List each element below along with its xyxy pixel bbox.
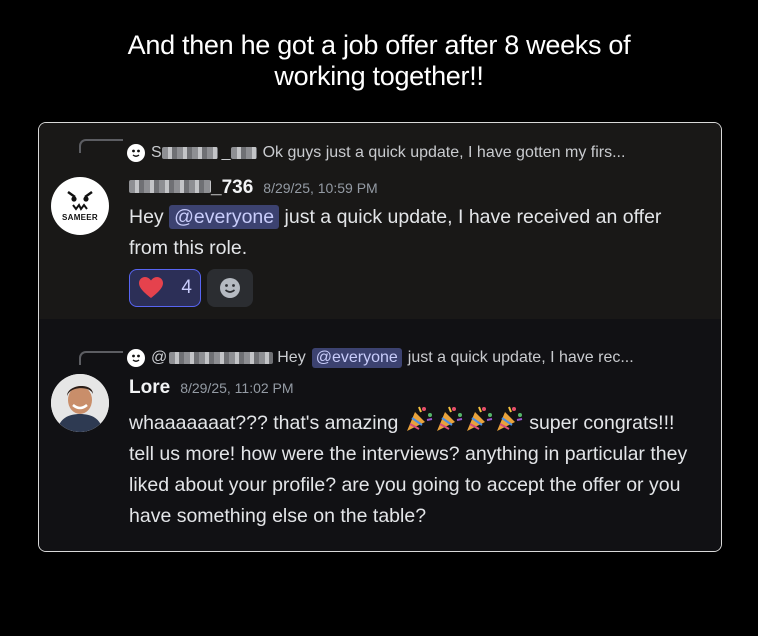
reply-mention-prefix: @ bbox=[151, 349, 168, 366]
reply-username-suffix: _ bbox=[221, 144, 231, 161]
message-header: Lore 8/29/25, 11:02 PM bbox=[129, 377, 294, 399]
message-body: Hey @everyone just a quick update, I hav… bbox=[129, 202, 699, 264]
headline: And then he got a job offer after 8 week… bbox=[0, 30, 758, 92]
avatar-sameer[interactable]: SAMEER bbox=[51, 177, 109, 235]
message-body: whaaaaaaat??? that's amazing super congr… bbox=[129, 403, 699, 532]
sameer-face-icon bbox=[132, 354, 140, 362]
message-sameer: S _ Ok guys just a quick update, I have … bbox=[39, 123, 721, 319]
message-text-line1-end: super bbox=[529, 412, 578, 434]
headline-line-2: working together!! bbox=[274, 61, 484, 91]
reply-connector bbox=[79, 351, 123, 365]
message-header: _736 8/29/25, 10:59 PM bbox=[129, 177, 378, 199]
reply-mention-everyone[interactable]: @everyone bbox=[311, 348, 402, 368]
avatar-lore[interactable] bbox=[51, 374, 109, 432]
party-emojis bbox=[404, 406, 529, 434]
sameer-face-icon bbox=[67, 190, 93, 211]
mini-avatar-sameer bbox=[127, 349, 145, 367]
sameer-face-icon bbox=[132, 149, 140, 157]
reply-preview[interactable]: S _ Ok guys just a quick update, I have … bbox=[127, 141, 625, 165]
add-reaction-button[interactable] bbox=[207, 269, 253, 307]
chat-screenshot-card: S _ Ok guys just a quick update, I have … bbox=[38, 122, 722, 552]
blurred-username-2 bbox=[230, 147, 257, 159]
reply-text-before: Hey bbox=[277, 349, 306, 366]
avatar-label: SAMEER bbox=[61, 213, 99, 222]
reply-text: Ok guys just a quick update, I have gott… bbox=[262, 144, 626, 161]
mention-everyone[interactable]: @everyone bbox=[169, 205, 280, 229]
reply-connector bbox=[79, 139, 123, 153]
message-text-line1: whaaaaaaat??? that's amazing bbox=[129, 412, 399, 434]
heart-icon bbox=[139, 277, 163, 298]
reply-preview[interactable]: @ Hey @everyone just a quick update, I h… bbox=[127, 346, 634, 370]
profile-photo-icon bbox=[51, 374, 109, 432]
reactions-bar: 4 bbox=[129, 269, 253, 307]
party-popper-icon bbox=[436, 406, 462, 431]
message-lore: @ Hey @everyone just a quick update, I h… bbox=[39, 319, 721, 551]
party-popper-icon bbox=[466, 406, 492, 431]
blurred-username bbox=[161, 147, 218, 159]
mini-avatar-sameer bbox=[127, 144, 145, 162]
timestamp: 8/29/25, 11:02 PM bbox=[180, 380, 294, 396]
add-reaction-icon bbox=[220, 278, 240, 298]
reaction-count: 4 bbox=[181, 277, 192, 298]
timestamp: 8/29/25, 10:59 PM bbox=[263, 180, 378, 196]
headline-line-1: And then he got a job offer after 8 week… bbox=[127, 30, 631, 60]
reaction-heart[interactable]: 4 bbox=[129, 269, 201, 307]
blurred-username-main bbox=[129, 180, 211, 193]
username[interactable]: Lore bbox=[129, 377, 170, 399]
username[interactable]: _736 bbox=[211, 177, 253, 199]
blurred-username bbox=[169, 352, 274, 364]
party-popper-icon bbox=[496, 406, 522, 431]
message-text-before: Hey bbox=[129, 206, 170, 228]
party-popper-icon bbox=[406, 406, 432, 431]
reply-text-after: just a quick update, I have rec... bbox=[407, 349, 634, 366]
